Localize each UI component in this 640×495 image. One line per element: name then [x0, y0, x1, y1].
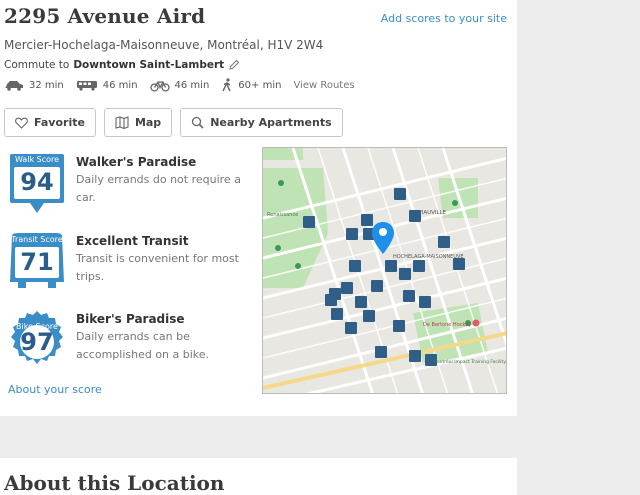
transit-score-value: 71 — [20, 248, 54, 276]
page-title: 2295 Avenue Aird — [4, 4, 206, 28]
walk-score-label: Walk Score — [14, 155, 60, 164]
add-scores-link[interactable]: Add scores to your site — [381, 12, 507, 25]
bus-icon — [76, 79, 98, 91]
commute-time: 46 min — [174, 79, 210, 91]
score-card: 2295 Avenue Aird Add scores to your site… — [0, 0, 517, 416]
map-label-hochelaga: HOCHELAGA-MAISONNEUVE — [393, 254, 464, 260]
commute-destination[interactable]: Downtown Saint-Lambert — [73, 59, 224, 71]
commute-time: 32 min — [29, 79, 64, 91]
transit-score-row: Transit Score 71 Excellent Transit Trans… — [8, 232, 246, 294]
map-label: Map — [134, 116, 162, 129]
search-icon — [191, 116, 204, 129]
walk-score-badge[interactable]: Walk Score 94 — [8, 153, 66, 215]
commute-time: 60+ min — [238, 79, 282, 91]
view-routes-link[interactable]: View Routes — [293, 80, 354, 91]
nearby-apartments-button[interactable]: Nearby Apartments — [180, 108, 343, 137]
map-label-renaissance: Renaissance — [267, 212, 298, 218]
favorite-button[interactable]: Favorite — [4, 108, 96, 137]
commute-prefix: Commute to — [4, 59, 70, 71]
walk-score-value: 94 — [20, 168, 54, 196]
commute-mode-walk: 60+ min — [221, 78, 281, 92]
commute-mode-car: 32 min — [4, 79, 64, 91]
map-label-impact: Montréal Impact Training Facility — [433, 358, 506, 365]
transit-score-title: Excellent Transit — [76, 234, 189, 248]
favorite-label: Favorite — [34, 116, 85, 129]
bike-score-text: Biker's Paradise Daily errands can be ac… — [76, 310, 246, 372]
transit-score-description: Transit is convenient for most trips. — [76, 252, 239, 283]
map-label-hockey: De Bertone Hockey — [423, 322, 471, 328]
about-score-link[interactable]: About your score — [8, 383, 102, 396]
walk-score-title: Walker's Paradise — [76, 155, 197, 169]
walk-score-description: Daily errands do not require a car. — [76, 173, 241, 204]
map-icon — [115, 116, 129, 129]
map-label-viauville: VIAUVILLE — [418, 210, 447, 216]
walk-score-row: Walk Score 94 Walker's Paradise Daily er… — [8, 153, 246, 215]
heart-icon — [15, 117, 28, 129]
about-location-card: About this Location — [0, 458, 517, 495]
neighborhood-map[interactable]: VIAUVILLE HOCHELAGA-MAISONNEUVE Renaissa… — [262, 147, 507, 394]
section-title: About this Location — [4, 471, 225, 495]
commute-modes: 32 min 46 min 46 min 60+ min View Routes — [4, 78, 355, 92]
commute-time: 46 min — [102, 79, 138, 91]
pencil-icon[interactable] — [228, 59, 240, 71]
walk-icon — [221, 78, 233, 92]
transit-score-label: Transit Score — [11, 235, 63, 244]
address-subtitle: Mercier-Hochelaga-Maisonneuve, Montréal,… — [4, 38, 324, 52]
action-buttons: Favorite Map Nearby Apartments — [4, 108, 343, 137]
bike-score-title: Biker's Paradise — [76, 312, 185, 326]
transit-score-text: Excellent Transit Transit is convenient … — [76, 232, 246, 294]
walk-score-text: Walker's Paradise Daily errands do not r… — [76, 153, 246, 215]
bike-icon — [149, 79, 170, 92]
map-button[interactable]: Map — [103, 108, 173, 137]
nearby-apartments-label: Nearby Apartments — [210, 116, 332, 129]
bike-score-row: Bike Score 97 Biker's Paradise Daily err… — [8, 310, 246, 372]
commute-line: Commute to Downtown Saint-Lambert — [4, 59, 240, 71]
commute-mode-bike: 46 min — [149, 79, 210, 92]
bike-score-value: 97 — [20, 328, 54, 356]
bike-score-badge[interactable]: Bike Score 97 — [8, 310, 66, 372]
poi-marker-red — [472, 319, 480, 327]
bike-score-description: Daily errands can be accomplished on a b… — [76, 330, 210, 361]
transit-score-badge[interactable]: Transit Score 71 — [8, 232, 66, 294]
car-icon — [4, 79, 24, 91]
commute-mode-bus: 46 min — [76, 79, 138, 91]
